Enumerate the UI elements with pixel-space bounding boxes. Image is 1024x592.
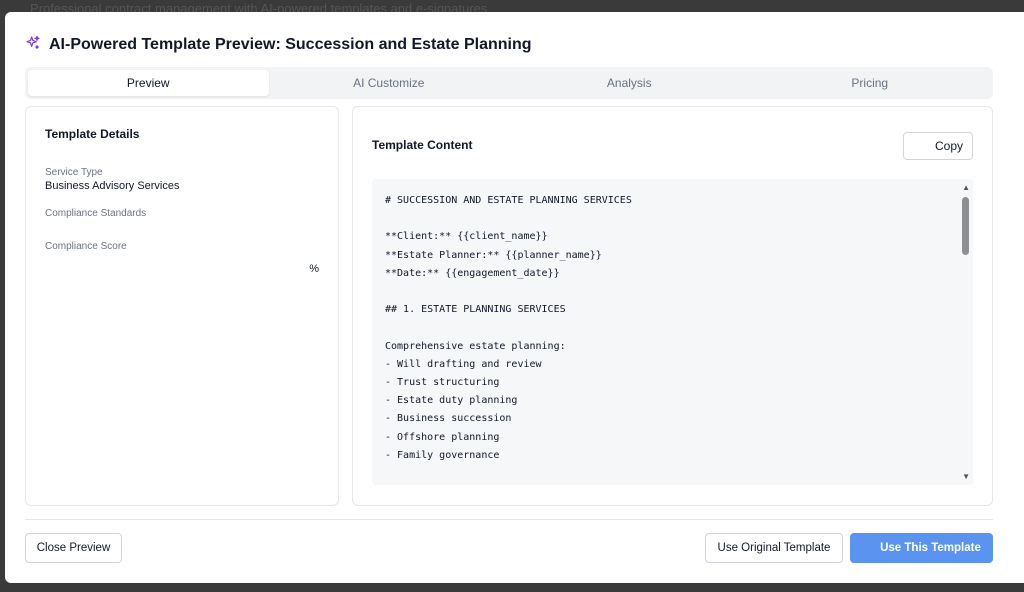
template-code-view[interactable]: # SUCCESSION AND ESTATE PLANNING SERVICE…: [372, 179, 973, 485]
footer-divider: [25, 519, 993, 520]
use-this-template-button[interactable]: Use This Template: [850, 533, 993, 563]
tab-list: Preview AI Customize Analysis Pricing: [25, 67, 993, 99]
use-original-template-button[interactable]: Use Original Template: [705, 533, 843, 563]
template-content-heading: Template Content: [372, 138, 473, 152]
compliance-score-label: Compliance Score: [45, 241, 127, 252]
tab-pricing[interactable]: Pricing: [750, 70, 991, 96]
service-type-label: Service Type: [45, 167, 103, 178]
scrollbar-thumb[interactable]: [962, 197, 969, 255]
template-content-card: Template Content Copy # SUCCESSION AND E…: [352, 106, 993, 506]
service-type-value: Business Advisory Services: [45, 180, 180, 192]
tab-analysis[interactable]: Analysis: [509, 70, 750, 96]
close-preview-button[interactable]: Close Preview: [25, 533, 122, 563]
modal-header: AI-Powered Template Preview: Succession …: [25, 34, 532, 56]
copy-button[interactable]: Copy: [903, 132, 973, 160]
code-scrollbar[interactable]: ▲ ▼: [959, 179, 973, 485]
modal-title: AI-Powered Template Preview: Succession …: [49, 36, 532, 53]
template-preview-modal: AI-Powered Template Preview: Succession …: [5, 12, 1024, 583]
scroll-up-icon[interactable]: ▲: [962, 183, 970, 192]
sparkles-icon: [25, 35, 41, 56]
scroll-down-icon[interactable]: ▼: [962, 472, 970, 481]
tab-preview[interactable]: Preview: [28, 70, 269, 96]
template-details-card: Template Details Service Type Business A…: [25, 106, 339, 506]
template-code-text: # SUCCESSION AND ESTATE PLANNING SERVICE…: [385, 195, 632, 461]
compliance-standards-label: Compliance Standards: [45, 208, 147, 219]
template-details-heading: Template Details: [45, 127, 140, 141]
tab-ai-customize[interactable]: AI Customize: [269, 70, 510, 96]
compliance-score-value: %: [309, 263, 319, 275]
